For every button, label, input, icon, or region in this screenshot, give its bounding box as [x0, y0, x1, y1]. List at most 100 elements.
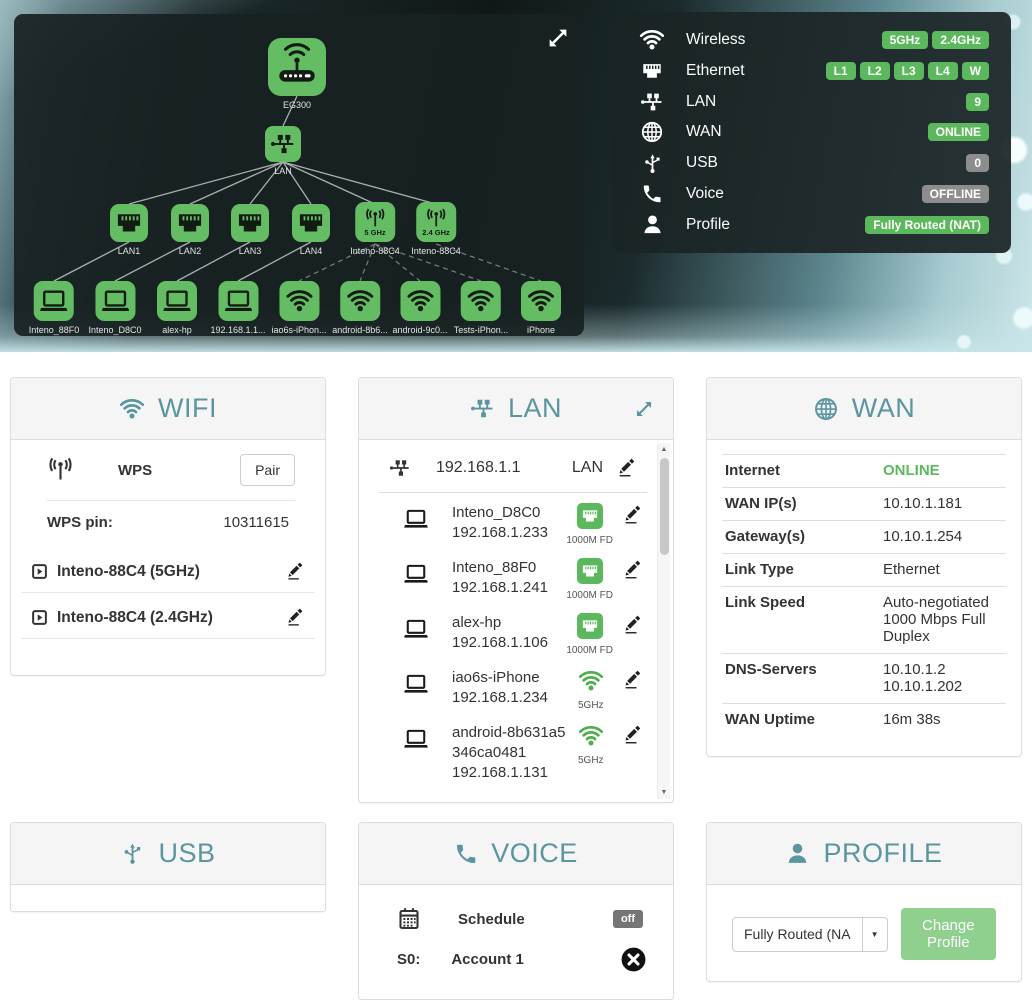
scrollbar-up-arrow[interactable]: ▲: [658, 443, 670, 456]
scrollbar-thumb[interactable]: [660, 458, 669, 555]
ethernet-status-icon: [577, 503, 603, 529]
phone-icon: [454, 842, 478, 866]
calendar-icon: [397, 907, 421, 931]
status-badge: ONLINE: [928, 123, 989, 141]
topology-node-lan1[interactable]: LAN1: [110, 204, 148, 256]
card-title: LAN: [508, 393, 562, 424]
device-ip: 192.168.1.233: [452, 523, 566, 543]
ssid-name: Inteno-88C4 (2.4GHz): [57, 609, 213, 627]
lan-switch-icon: [265, 126, 301, 162]
wps-pair-button[interactable]: Pair: [240, 454, 295, 486]
edit-pencil-icon[interactable]: [623, 615, 643, 635]
account-disabled-icon[interactable]: [620, 946, 647, 973]
topology-node-device[interactable]: alex-hp: [157, 281, 197, 335]
edit-pencil-icon[interactable]: [617, 458, 637, 478]
chevron-down-icon[interactable]: ▼: [862, 918, 887, 951]
topology-node-lan-switch[interactable]: LAN: [265, 126, 301, 176]
lan-device-row: android-8b631a5346ca0481 192.168.1.131 5…: [359, 713, 673, 785]
topology-node-lan3[interactable]: LAN3: [231, 204, 269, 256]
antenna-icon: 5 GHz: [355, 202, 395, 242]
lan-gateway-row: 192.168.1.1 LAN: [379, 440, 647, 493]
status-badge: L2: [860, 62, 890, 80]
topology-node-device[interactable]: android-9c0...: [392, 281, 447, 335]
lan-device-row: alex-hp 192.168.1.106 1000M FD: [359, 603, 673, 658]
edit-pencil-icon[interactable]: [286, 562, 305, 581]
edit-pencil-icon[interactable]: [286, 608, 305, 627]
device-name: alex-hp: [452, 613, 566, 633]
topology-node-device[interactable]: Inteno_88F0: [29, 281, 80, 335]
edit-pencil-icon[interactable]: [623, 670, 643, 690]
topology-node-ap-24ghz[interactable]: 2.4 GHz Inteno-88C4: [411, 202, 461, 256]
gateway-zone: LAN: [572, 459, 603, 477]
device-name: Inteno_D8C0: [452, 503, 566, 523]
laptop-icon: [399, 671, 433, 697]
topology-node-device[interactable]: 192.168.1.1...: [210, 281, 265, 335]
wps-pin-value: 10311615: [223, 514, 289, 531]
lan-icon: [638, 90, 666, 114]
lan-list-scrollbar[interactable]: ▲ ▼: [657, 443, 670, 799]
topology-node-ap-5ghz[interactable]: 5 GHz Inteno-88C4: [350, 202, 400, 256]
wan-row-linktype: Link Type Ethernet: [722, 553, 1006, 586]
device-ip: 192.168.1.106: [452, 633, 566, 653]
scrollbar-down-arrow[interactable]: ▼: [658, 786, 670, 799]
status-row-voice: Voice OFFLINE: [638, 181, 989, 207]
antenna-icon: 2.4 GHz: [416, 202, 456, 242]
gateway-ip: 192.168.1.1: [436, 459, 521, 477]
profile-select[interactable]: Fully Routed (NA ▼: [732, 917, 888, 952]
wifi-card-body: WPS Pair WPS pin: 10311615 Inteno-88C4 (…: [11, 454, 325, 675]
link-speed-caption: 1000M FD: [566, 535, 613, 546]
caret-square-icon: [31, 609, 48, 626]
wan-row-linkspeed: Link Speed Auto-negotiated 1000 Mbps Ful…: [722, 586, 1006, 653]
topology-node-lan4[interactable]: LAN4: [292, 204, 330, 256]
topology-node-device[interactable]: android-8b6...: [332, 281, 388, 335]
card-title: WAN: [852, 393, 916, 424]
edit-pencil-icon[interactable]: [623, 505, 643, 525]
status-row-wan: WAN ONLINE: [638, 119, 989, 145]
ethernet-port-icon: [292, 204, 330, 242]
dashboard-card-grid: WIFI WPS Pair WPS pin: 10311615 Inteno-8…: [0, 352, 1032, 1000]
status-badge: Fully Routed (NAT): [865, 216, 989, 234]
change-profile-button[interactable]: Change Profile: [901, 908, 996, 960]
status-badge: OFFLINE: [922, 185, 989, 203]
wifi-device-icon: [279, 281, 319, 321]
wan-row-ip: WAN IP(s) 10.10.1.181: [722, 487, 1006, 520]
device-ip: 192.168.1.234: [452, 688, 569, 708]
usb-icon: [120, 841, 145, 866]
usb-card: USB: [10, 822, 326, 912]
status-row-wireless: Wireless 5GHz 2.4GHz: [638, 27, 989, 53]
lan-icon: [470, 396, 495, 421]
topology-node-device[interactable]: iPhone: [521, 281, 561, 335]
lan-device-row: iao6s-iPhone 192.168.1.234 5GHz: [359, 658, 673, 713]
wifi-band-caption: 5GHz: [578, 755, 604, 766]
ssid-row-5ghz[interactable]: Inteno-88C4 (5GHz): [21, 547, 315, 593]
device-name: android-8b631a5346ca0481: [452, 723, 569, 763]
topology-node-lan2[interactable]: LAN2: [171, 204, 209, 256]
phone-icon: [638, 183, 666, 205]
topology-node-router[interactable]: EG300: [268, 38, 326, 110]
status-badge: 5GHz: [882, 31, 929, 49]
wan-card: WAN Internet ONLINE WAN IP(s) 10.10.1.18…: [706, 377, 1022, 757]
topology-expand-icon[interactable]: [545, 25, 571, 51]
topology-node-device[interactable]: iao6s-iPhon...: [271, 281, 326, 335]
lan-expand-icon[interactable]: [633, 398, 655, 420]
caret-square-icon: [31, 563, 48, 580]
ssid-row-24ghz[interactable]: Inteno-88C4 (2.4GHz): [21, 593, 315, 639]
lan-device-row: Inteno_88F0 192.168.1.241 1000M FD: [359, 548, 673, 603]
topology-node-device[interactable]: Tests-iPhon...: [454, 281, 509, 335]
line-label: S0:: [397, 951, 420, 968]
ethernet-status-icon: [577, 613, 603, 639]
edit-pencil-icon[interactable]: [623, 560, 643, 580]
edit-pencil-icon[interactable]: [623, 725, 643, 745]
wifi-band-caption: 5GHz: [578, 700, 604, 711]
topology-node-device[interactable]: Inteno_D8C0: [88, 281, 141, 335]
usb-card-body: [11, 885, 325, 911]
status-row-lan: LAN 9: [638, 89, 989, 115]
router-icon: [268, 38, 326, 96]
card-title: PROFILE: [823, 838, 942, 869]
laptop-icon: [399, 726, 433, 752]
wifi-status-icon: [576, 668, 606, 694]
ethernet-status-icon: [577, 558, 603, 584]
device-ip: 192.168.1.131: [452, 763, 569, 783]
link-speed-caption: 1000M FD: [566, 645, 613, 656]
status-row-usb: USB 0: [638, 150, 989, 176]
